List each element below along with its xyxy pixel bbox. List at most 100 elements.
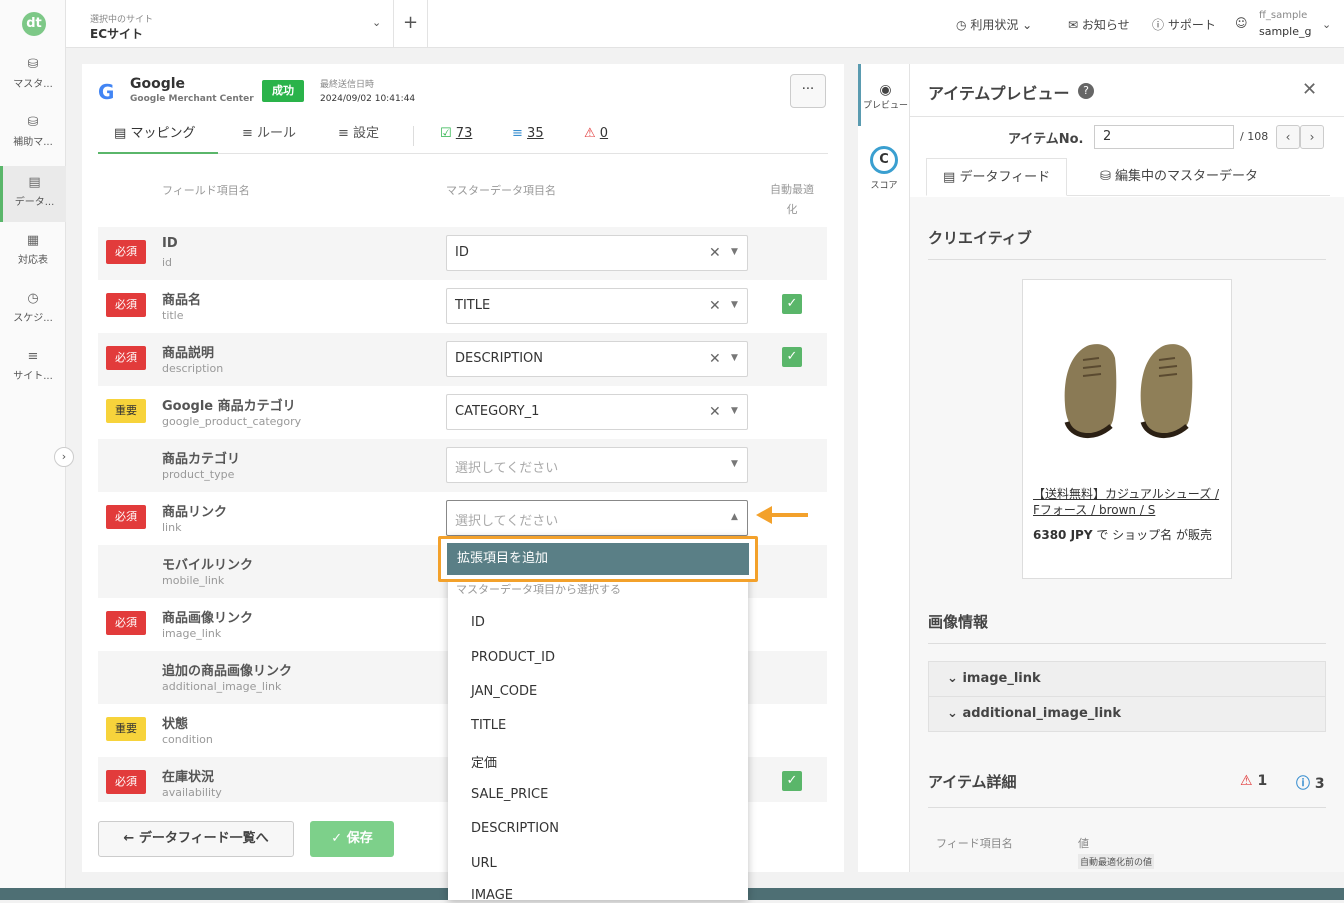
database-icon: ⛁ (1100, 169, 1111, 184)
arrow-left-annotation-icon (756, 506, 808, 524)
auto-optimize-checkbox[interactable]: ✓ (782, 771, 802, 791)
accordion-additional-image-link[interactable]: ⌄ additional_image_link (928, 696, 1326, 732)
news-link[interactable]: ✉ お知らせ (1068, 16, 1130, 33)
sliders-icon: ≡ (27, 349, 39, 364)
price-suffix: で ショップ名 が販売 (1092, 528, 1212, 542)
nav-item-schedule[interactable]: ◷ スケジ... (0, 292, 66, 348)
clear-icon[interactable]: ✕ (709, 404, 721, 420)
usage-menu[interactable]: ◷ 利用状況 ⌄ (956, 16, 1032, 33)
accordion-image-link[interactable]: ⌄ image_link (928, 661, 1326, 697)
auto-optimize-tag: 自動最適化前の値 (1078, 854, 1155, 869)
preview-toggle[interactable]: ◉ プレビュー (858, 64, 910, 126)
feed-name: Google (130, 76, 186, 92)
clear-icon[interactable]: ✕ (709, 298, 721, 314)
required-badge: 必須 (106, 611, 146, 635)
clear-icon[interactable]: ✕ (709, 351, 721, 367)
close-icon[interactable]: ✕ (1302, 79, 1317, 100)
nav-item-mapping-table[interactable]: ▦ 対応表 (0, 234, 66, 290)
dropdown-option[interactable]: ID (471, 615, 485, 630)
dropdown-option[interactable]: SALE_PRICE (471, 787, 548, 802)
app-logo[interactable]: dt (22, 12, 46, 36)
back-to-feed-list-button[interactable]: ← データフィード一覧へ (98, 821, 294, 857)
nav-item-datafeed[interactable]: ▤ データ... (0, 166, 66, 222)
item-no-input[interactable]: 2 (1094, 125, 1234, 149)
master-field-select-open[interactable]: 選択してください ▲ (446, 500, 748, 536)
score-label: スコア (870, 181, 898, 191)
support-link[interactable]: ⓘ サポート (1152, 16, 1216, 33)
dropdown-option[interactable]: 定価 (471, 752, 497, 771)
dropdown-option[interactable]: DESCRIPTION (471, 821, 559, 836)
auto-optimize-checkbox[interactable]: ✓ (782, 347, 802, 367)
check-list-icon: ☑ (440, 126, 452, 141)
field-name: 商品説明 (162, 346, 215, 361)
tab-settings[interactable]: ≡ 設定 (338, 116, 379, 154)
select-placeholder: 選択してください (455, 461, 559, 476)
site-name: ECサイト (90, 27, 144, 41)
chevron-down-icon[interactable]: ⌄ (1322, 18, 1331, 31)
tab-master-data[interactable]: ⛁ 編集中のマスターデータ (1084, 158, 1274, 196)
master-field-select[interactable]: CATEGORY_1 ✕ ▼ (446, 394, 748, 430)
warning-icon: ⚠ (1240, 773, 1253, 789)
clear-icon[interactable]: ✕ (709, 245, 721, 261)
nav-item-master[interactable]: ⛁ マスタ... (0, 58, 66, 114)
score-toggle[interactable]: C スコア (858, 142, 910, 192)
tab-mapping[interactable]: ▤ マッピング (98, 116, 218, 154)
tab-ok-count[interactable]: ☑ 73 (440, 116, 472, 154)
product-link[interactable]: 【送料無料】カジュアルシューズ / Fフォース / brown / S (1033, 486, 1223, 518)
site-selector[interactable]: 選択中のサイト ECサイト ⌄ (66, 0, 394, 48)
news-label: お知らせ (1081, 18, 1130, 32)
arrow-left-icon: ← (123, 831, 135, 846)
dropdown-option[interactable]: TITLE (471, 718, 506, 733)
master-field-select[interactable]: ID ✕ ▼ (446, 235, 748, 271)
field-name: 商品カテゴリ (162, 452, 241, 467)
master-field-select[interactable]: 選択してください ▼ (446, 447, 748, 483)
list-x-icon: ≡ (512, 126, 523, 141)
field-name: 状態 (162, 717, 189, 732)
dropdown-option[interactable]: PRODUCT_ID (471, 650, 555, 665)
expand-nav-button[interactable]: › (54, 447, 74, 467)
important-badge: 重要 (106, 399, 146, 423)
auto-optimize-checkbox[interactable]: ✓ (782, 294, 802, 314)
calendar-clock-icon: ◷ (27, 291, 39, 306)
caret-down-icon: ▼ (731, 459, 738, 469)
support-label: サポート (1167, 18, 1216, 32)
site-caption: 選択中のサイト (90, 15, 154, 25)
nav-item-sub-master[interactable]: ⛁ 補助マ... (0, 116, 66, 172)
file-icon: ▤ (943, 170, 956, 185)
user-name[interactable]: sample_g (1259, 25, 1311, 38)
field-id: mobile_link (162, 574, 225, 587)
master-field-select[interactable]: DESCRIPTION ✕ ▼ (446, 341, 748, 377)
tab-rules[interactable]: ≡ ルール (242, 116, 296, 154)
tab-warn-count[interactable]: ⚠ 0 (584, 116, 608, 154)
user-icon[interactable]: ☺ (1235, 16, 1248, 30)
master-field-select[interactable]: TITLE ✕ ▼ (446, 288, 748, 324)
help-icon[interactable]: ? (1078, 83, 1094, 99)
warning-icon: ⚠ (584, 126, 596, 141)
accordion-label: image_link (962, 671, 1041, 686)
dropdown-option[interactable]: JAN_CODE (471, 684, 537, 699)
required-badge: 必須 (106, 770, 146, 794)
last-sent-value: 2024/09/02 10:41:44 (320, 94, 416, 104)
warning-count[interactable]: ⚠ 1 (1240, 773, 1267, 789)
tab-label: 編集中のマスターデータ (1115, 169, 1259, 184)
prev-item-button[interactable]: ‹ (1276, 125, 1300, 149)
user-account[interactable]: ff_sample (1259, 10, 1307, 21)
add-site-button[interactable]: + (394, 0, 428, 48)
dropdown-option[interactable]: IMAGE (471, 888, 513, 903)
more-menu-button[interactable]: ··· (790, 74, 826, 108)
info-count[interactable]: ⓘ 3 (1296, 773, 1325, 793)
mapping-row: 必須 商品説明 description DESCRIPTION ✕ ▼ ✓ (98, 333, 827, 386)
chevron-down-icon: ⌄ (947, 671, 958, 686)
tab-label: 設定 (353, 126, 380, 141)
score-icon: C (870, 146, 898, 174)
save-button[interactable]: ✓ 保存 (310, 821, 394, 857)
field-id: link (162, 521, 182, 534)
nav-item-site-settings[interactable]: ≡ サイト... (0, 350, 66, 406)
add-extension-option[interactable]: 拡張項目を追加 (447, 543, 749, 575)
tab-data-feed[interactable]: ▤ データフィード (926, 158, 1068, 196)
top-bar: 選択中のサイト ECサイト ⌄ + ◷ 利用状況 ⌄ ✉ お知らせ ⓘ サポート… (66, 0, 1344, 48)
eye-icon: ◉ (879, 82, 892, 98)
next-item-button[interactable]: › (1300, 125, 1324, 149)
tab-error-count[interactable]: ≡ 35 (512, 116, 544, 154)
dropdown-option[interactable]: URL (471, 856, 497, 871)
